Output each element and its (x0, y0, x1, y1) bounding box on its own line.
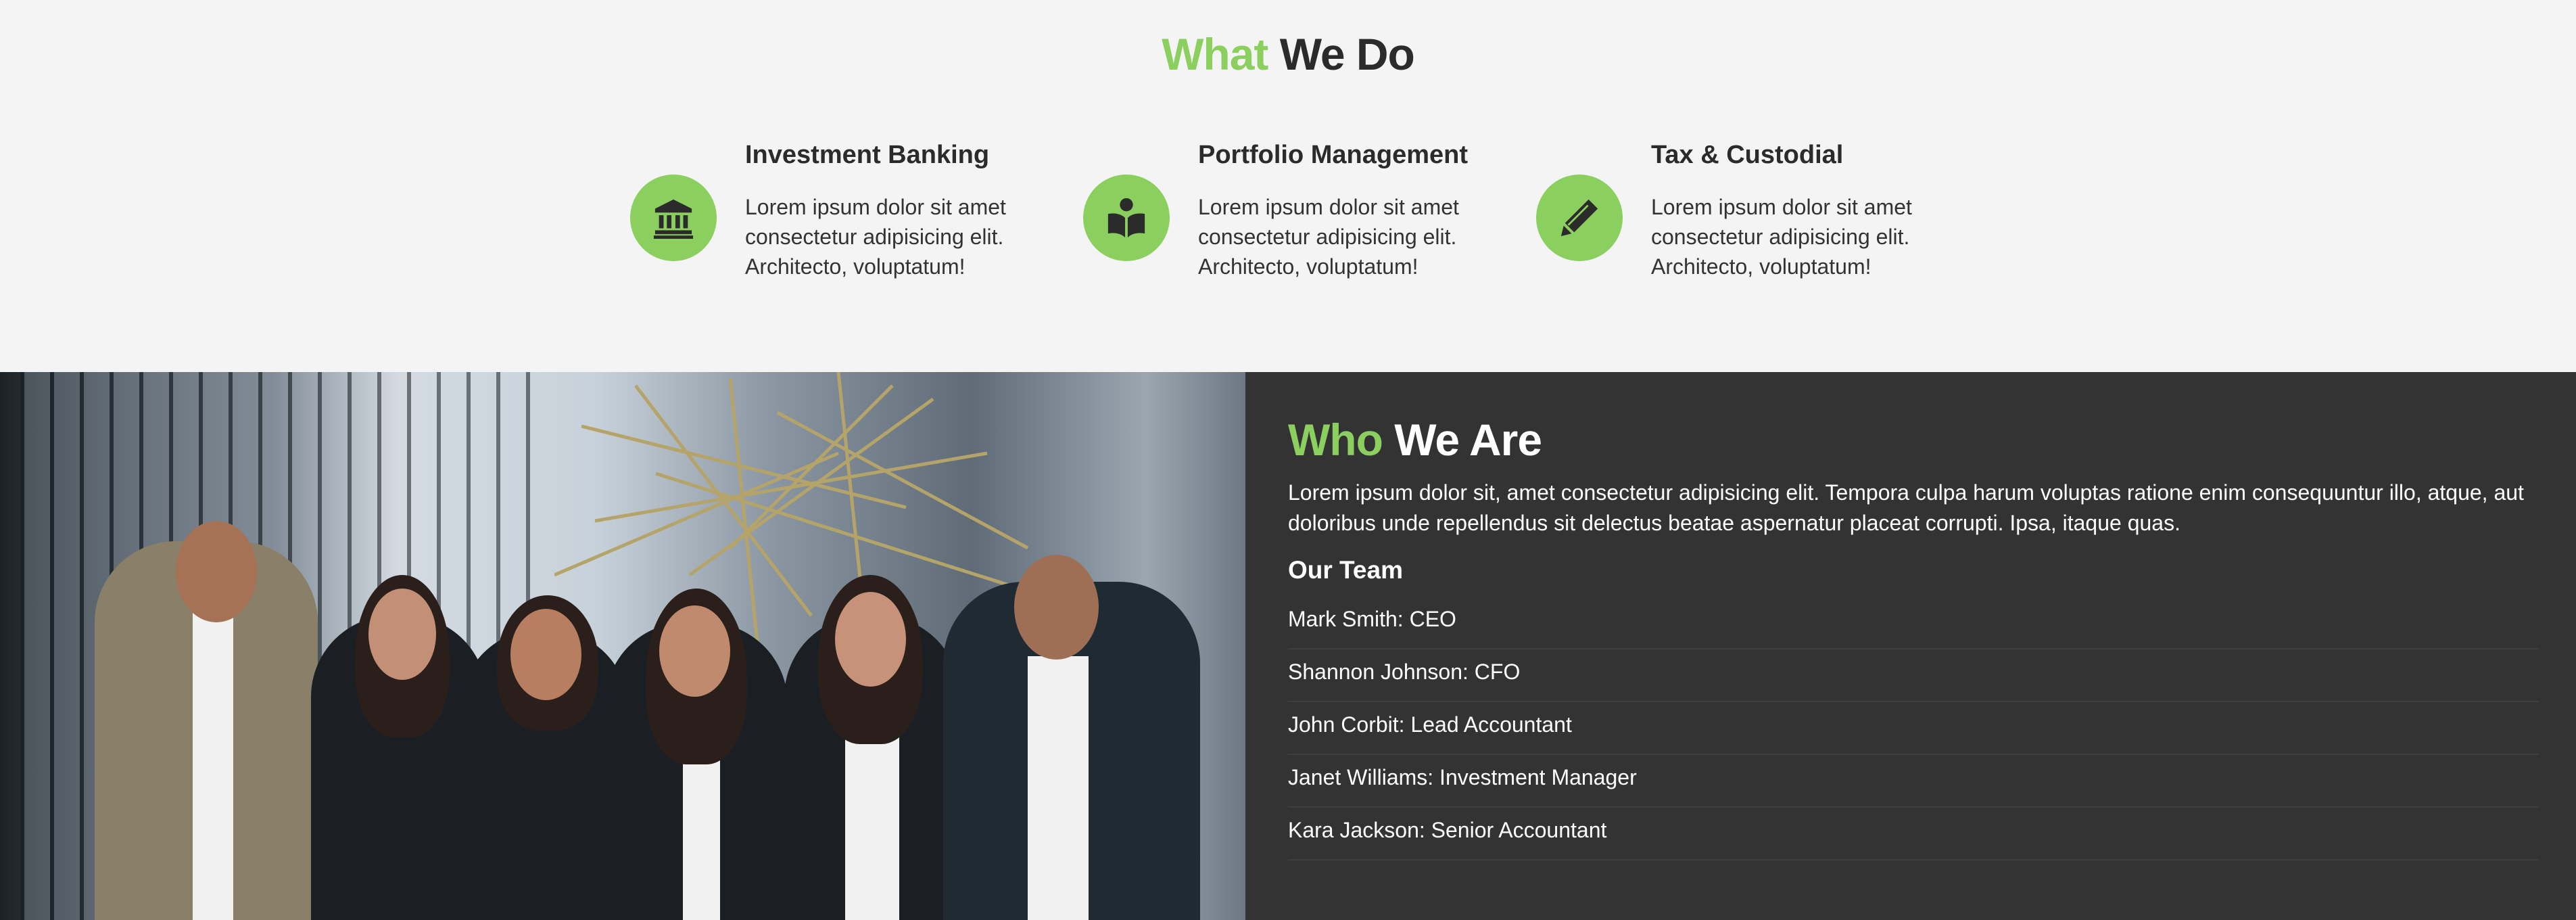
photo-head (510, 609, 581, 700)
photo-head (835, 592, 906, 687)
list-item: Janet Williams: Investment Manager (1288, 755, 2539, 808)
list-item: Kara Jackson: Senior Accountant (1288, 808, 2539, 860)
services-list: Investment Banking Lorem ipsum dolor sit… (630, 138, 1955, 294)
bank-icon (630, 175, 717, 261)
pencil-icon (1536, 175, 1623, 261)
list-item: Mark Smith: CEO (1288, 597, 2539, 649)
service-tax-custodial: Tax & Custodial Lorem ipsum dolor sit am… (1536, 138, 1942, 294)
service-title: Portfolio Management (1198, 141, 1469, 169)
photo-head (368, 589, 436, 680)
team-list: Mark Smith: CEO Shannon Johnson: CFO Joh… (1288, 597, 2539, 860)
team-heading: Our Team (1288, 556, 1403, 584)
who-we-are-title: Who We Are (1288, 415, 1542, 465)
book-reader-icon (1083, 175, 1170, 261)
photo-head (659, 605, 730, 697)
service-title: Tax & Custodial (1651, 141, 1844, 169)
list-item: John Corbit: Lead Accountant (1288, 702, 2539, 755)
service-description: Lorem ipsum dolor sit amet consectetur a… (1198, 195, 1459, 279)
service-description: Lorem ipsum dolor sit amet consectetur a… (745, 195, 1006, 279)
who-we-are-intro: Lorem ipsum dolor sit, amet consectetur … (1288, 480, 2524, 535)
who-we-are-section: Who We Are Lorem ipsum dolor sit, amet c… (0, 372, 2576, 920)
service-description: Lorem ipsum dolor sit amet consectetur a… (1651, 195, 1912, 279)
team-photo (0, 372, 1245, 920)
photo-head (1014, 555, 1099, 660)
service-portfolio-management: Portfolio Management Lorem ipsum dolor s… (1083, 138, 1489, 294)
photo-shirt (1028, 656, 1089, 920)
photo-head (176, 521, 257, 622)
photo-shirt (193, 602, 233, 920)
service-investment-banking: Investment Banking Lorem ipsum dolor sit… (630, 138, 1036, 294)
what-we-do-title: What We Do (1162, 29, 1415, 79)
what-we-do-section: What We Do Investment Banking Lorem ipsu… (0, 0, 2576, 372)
who-we-are-content: Who We Are Lorem ipsum dolor sit, amet c… (1288, 414, 2539, 860)
service-title: Investment Banking (745, 141, 990, 169)
list-item: Shannon Johnson: CFO (1288, 649, 2539, 702)
